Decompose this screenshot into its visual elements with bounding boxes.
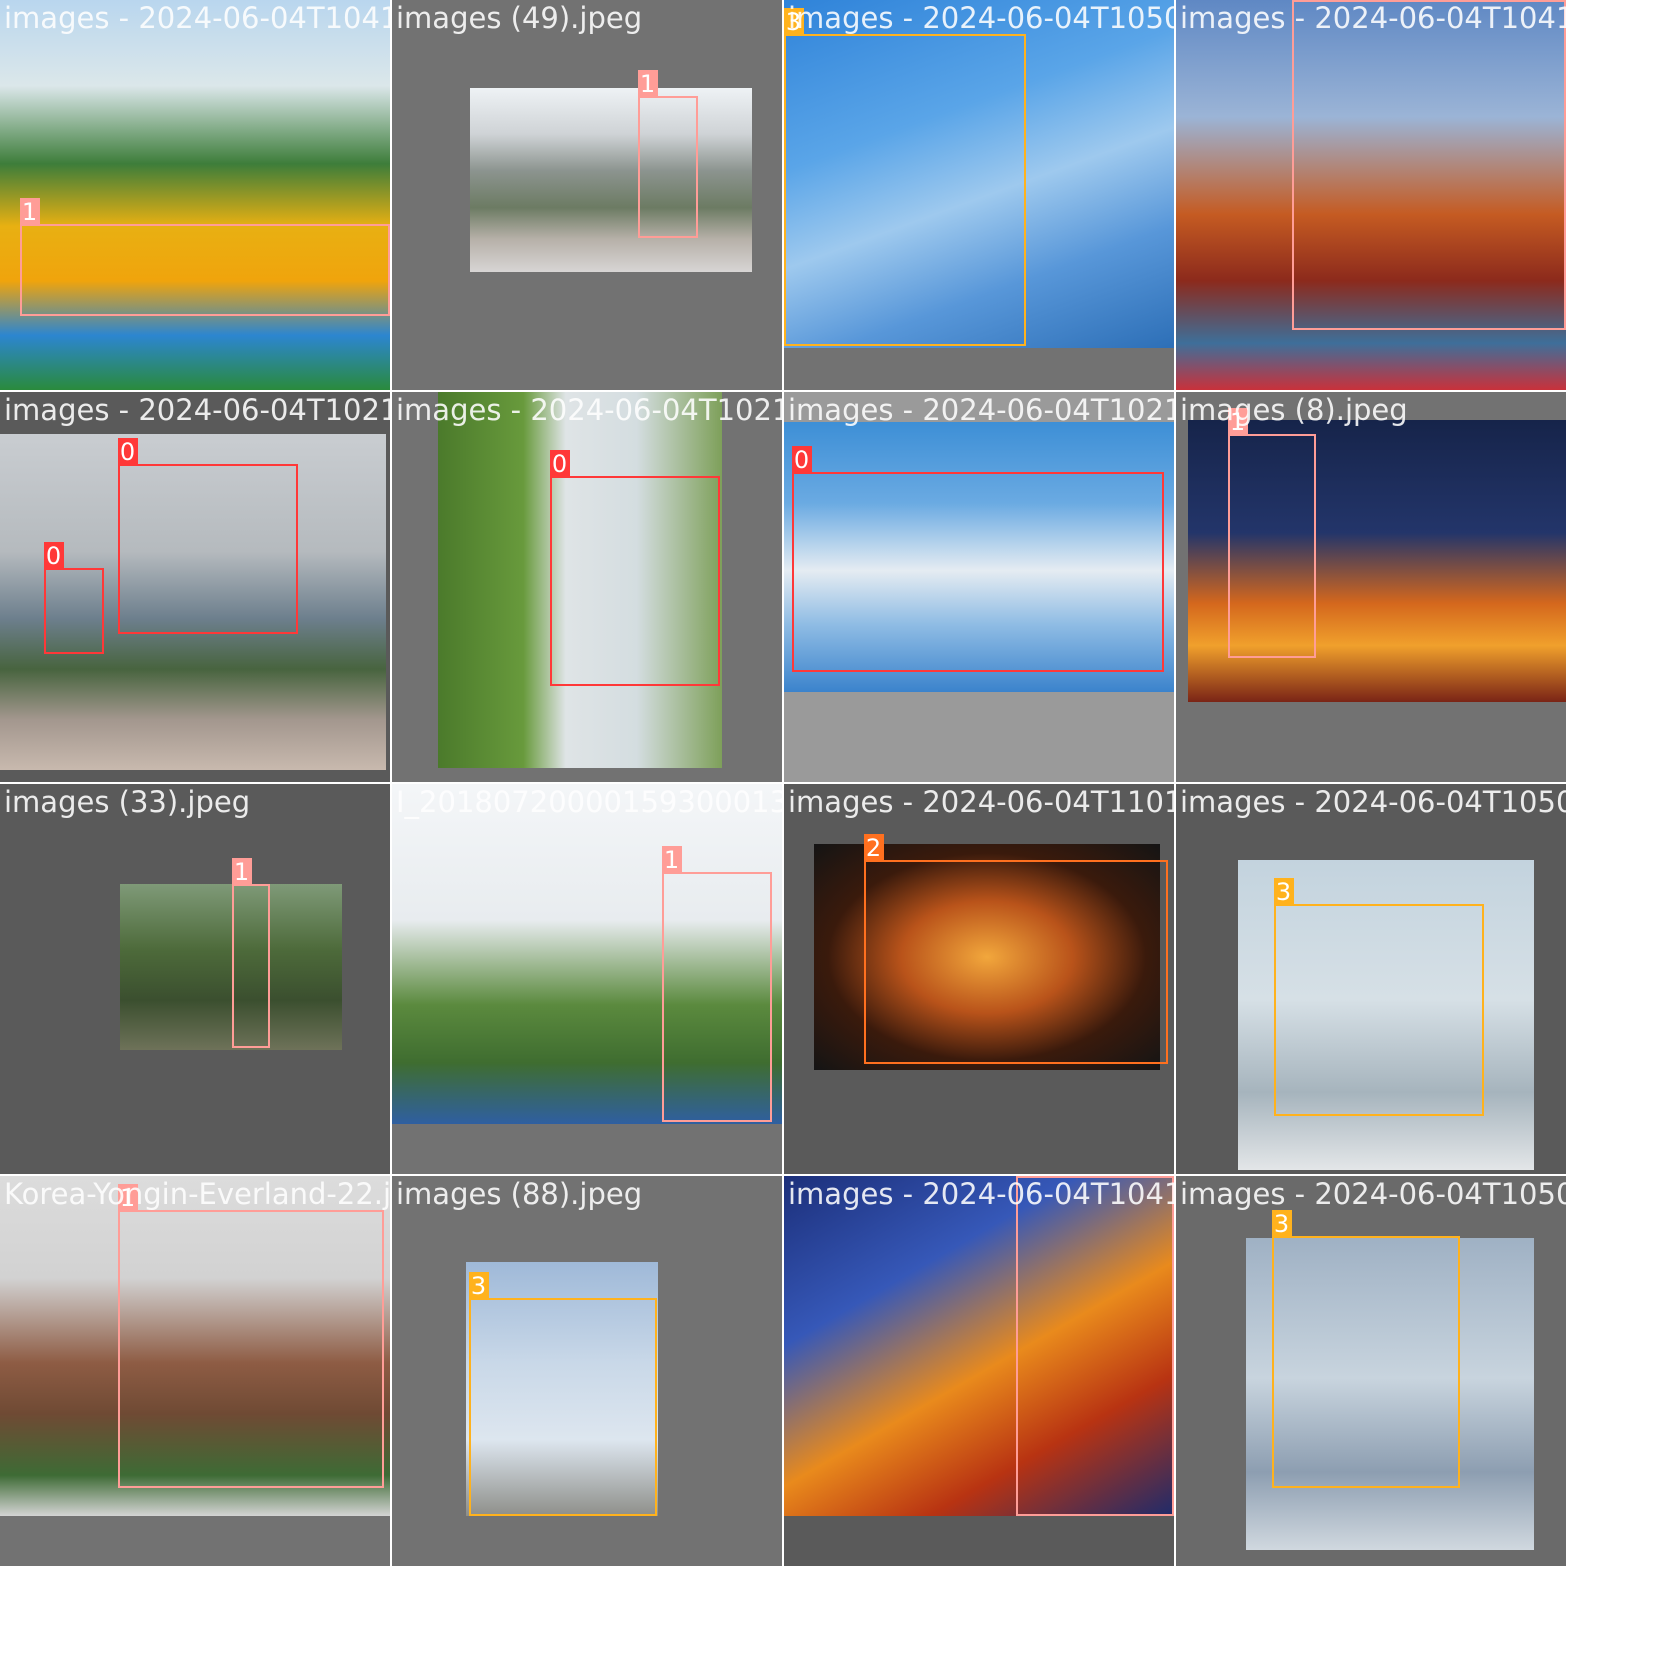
image-tile: 0images - 2024-06-04T102115.2 <box>784 392 1174 782</box>
bounding-box-class-3: 3 <box>468 1272 657 1516</box>
class-id-tag: 0 <box>117 438 138 466</box>
bounding-box-class-1: 1 <box>1015 1176 1174 1516</box>
image-tile: 3 images - 2024-06-04T10503 <box>1176 784 1566 1174</box>
class-id-tag: 1 <box>1291 0 1312 2</box>
class-id-tag: 3 <box>1273 878 1294 906</box>
image-tile: 3images - 2024-06-04T105037.153.jpeg <box>784 0 1174 390</box>
class-id-tag: 0 <box>43 542 64 570</box>
image-tile: 3 images - 2024-06-04T10503 <box>1176 1176 1566 1566</box>
image-tile: 3 images (88).jpeg <box>392 1176 782 1566</box>
bounding-box-class-0: 0 <box>117 438 298 634</box>
image-tile: 1 images (49).jpeg <box>392 0 782 390</box>
bounding-box-class-0: 0 <box>43 542 104 654</box>
class-id-tag: 0 <box>791 446 812 474</box>
image-tile: 1 images (33).jpeg <box>0 784 390 1174</box>
class-id-tag: 1 <box>19 198 40 226</box>
class-id-tag: 3 <box>1271 1210 1292 1238</box>
class-id-tag: 1 <box>661 846 682 874</box>
bounding-box-class-3: 3 <box>784 8 1026 346</box>
bounding-box-class-0: 0 <box>791 446 1164 672</box>
filename-label: images (88).jpeg <box>396 1177 643 1211</box>
bounding-box-class-1: 1 <box>117 1184 384 1488</box>
class-id-tag: 1 <box>637 70 658 98</box>
class-id-tag: 1 <box>1015 1176 1036 1178</box>
class-id-tag: 3 <box>468 1272 489 1300</box>
mosaic-grid: 1images - 2024-06-04T104154.272.jpeg1ima… <box>0 0 1664 1664</box>
bounding-box-class-1: 1 <box>19 198 390 316</box>
image-tile: 1 Korea-Yongin-Everland-22.jpg <box>0 1176 390 1566</box>
class-id-tag: 0 <box>549 450 570 478</box>
class-id-tag: 1 <box>231 858 252 886</box>
filename-label: images - 2024-06-04T10503 <box>1180 785 1566 819</box>
bounding-box-class-1: 1 <box>1291 0 1566 330</box>
image-tile: 1I_20180720000159300013512.jpg <box>392 784 782 1174</box>
class-id-tag: 3 <box>784 8 804 36</box>
image-tile: 1images - 2024-06-04T104154.2 <box>1176 0 1566 390</box>
filename-label: images - 2024-06-04T10503 <box>1180 1177 1566 1211</box>
photo-pirate-ship-frame-near-buildings <box>470 88 752 272</box>
bounding-box-class-1: 1 <box>1227 408 1316 658</box>
filename-label: images - 2024-06-04T102115.375.jpeg <box>4 393 390 427</box>
bounding-box-class-1: 1 <box>637 70 698 238</box>
class-id-tag: 1 <box>1227 408 1248 436</box>
filename-label: images (33).jpeg <box>4 785 251 819</box>
class-id-tag: 1 <box>117 1184 138 1212</box>
bounding-box-class-2: 2 <box>863 834 1168 1064</box>
image-tile: 2 images - 2024-06-04T110146.134.jpeg <box>784 784 1174 1174</box>
filename-label: images - 2024-06-04T110146.134.jpeg <box>788 785 1174 819</box>
bounding-box-class-1: 1 <box>661 846 772 1122</box>
image-tile: 0 0 images - 2024-06-04T102115.375.jpeg <box>0 392 390 782</box>
image-tile: 0images - 2024-06-04T102115.272.jpeg <box>392 392 782 782</box>
image-tile: 1images - 2024-06-04T104154.272.jpeg <box>0 0 390 390</box>
photo-yellow-pirate-ship-ride <box>0 0 390 390</box>
photo-pendulum-ride-in-forest <box>120 884 342 1050</box>
image-tile: 1 images (8).jpeg <box>1176 392 1566 782</box>
bounding-box-class-3: 3 <box>1273 878 1484 1116</box>
bounding-box-class-3: 3 <box>1271 1210 1460 1488</box>
filename-label: images (49).jpeg <box>396 1 643 35</box>
class-id-tag: 2 <box>863 834 884 862</box>
image-tile: 1images - 2024-06-04T104154.855.jpeg <box>784 1176 1174 1566</box>
bounding-box-class-1: 1 <box>231 858 270 1048</box>
bounding-box-class-0: 0 <box>549 450 720 686</box>
